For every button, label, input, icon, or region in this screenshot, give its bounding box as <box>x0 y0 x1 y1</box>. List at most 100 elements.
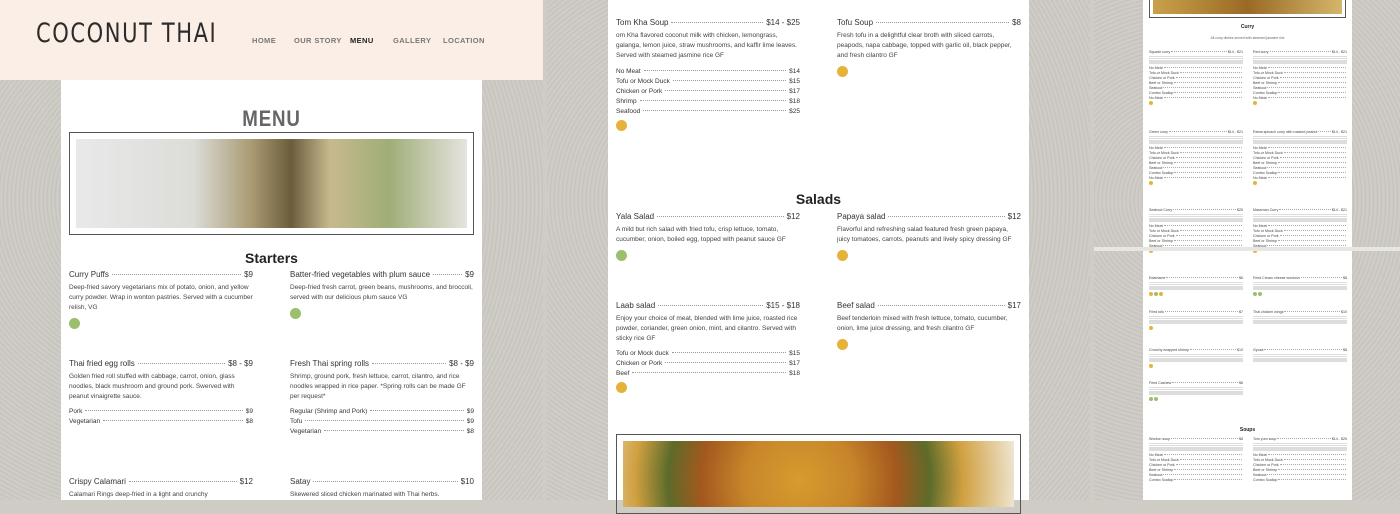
item-price: $14 - $25 <box>1331 437 1347 441</box>
leader-dots <box>1283 152 1346 153</box>
option-name: Combo Scallop <box>1149 171 1174 175</box>
option-name: No Meat <box>1253 146 1267 150</box>
item-description-placeholder <box>1253 55 1347 65</box>
leader-dots <box>324 430 464 431</box>
item-name: Wonton soup <box>1149 437 1171 441</box>
option-name: Chicken or Pork <box>1149 76 1175 80</box>
option-row: Tofu or Mock Duck <box>1253 71 1347 75</box>
option-row: No Meat <box>1149 66 1243 70</box>
spring-roll-photo <box>76 139 467 228</box>
nav-location[interactable]: LOCATION <box>443 36 485 45</box>
item-description: Deep-fried savory vegetarians mix of pot… <box>69 284 253 311</box>
item-name: Thai fried egg rolls <box>69 359 135 368</box>
option-row: No Meat <box>1253 66 1347 70</box>
option-name: Combo Scallop <box>1253 478 1278 482</box>
curry-photo <box>623 441 1014 507</box>
leader-dots <box>643 110 787 111</box>
leader-dots <box>137 363 226 364</box>
item-price: $6 <box>1239 276 1243 280</box>
leader-dots <box>1277 469 1346 470</box>
leader-dots <box>1163 97 1242 98</box>
gluten-free-icon <box>1253 181 1257 185</box>
option-row: Seafood <box>1253 86 1347 90</box>
option-price: $15 <box>789 78 800 85</box>
item-name: Crunchy wrapped shrimp <box>1149 348 1189 352</box>
leader-dots <box>1173 82 1242 83</box>
menu-item-tom-kha: Tom Kha Soup $14 - $25 om Kha flavored co… <box>616 18 800 133</box>
item-price: $14 - $21 <box>1227 130 1243 134</box>
section-subtitle: All curry dishes served with steamed jas… <box>1210 36 1285 40</box>
item-price: $17 <box>1007 301 1021 310</box>
item-price: $12 <box>786 212 800 221</box>
leader-dots <box>1166 277 1238 278</box>
nav-home[interactable]: HOME <box>252 36 276 45</box>
nav-our-story[interactable]: OUR STORY <box>294 36 342 45</box>
menu-screenshot-left: COCONUT THAI HOME OUR STORY MENU GALLERY… <box>0 0 543 500</box>
item-name: Fried tofu <box>1149 310 1165 314</box>
leader-dots <box>1277 82 1346 83</box>
option-name: Chicken or Pork <box>1149 234 1175 238</box>
vegan-icon <box>616 250 627 261</box>
gluten-free-icon <box>1159 292 1163 296</box>
leader-dots <box>111 274 242 275</box>
leader-dots <box>1283 230 1346 231</box>
site-logo[interactable]: COCONUT THAI <box>36 18 217 49</box>
nav-gallery[interactable]: GALLERY <box>393 36 431 45</box>
option-name: Beef <box>616 370 630 377</box>
leader-dots <box>1179 72 1242 73</box>
preview-menu-item: Fried Cream cheese wontons $8 <box>1253 276 1347 297</box>
option-row: Chicken or Pork $17 <box>616 88 800 95</box>
leader-dots <box>1283 72 1346 73</box>
option-name: Seafood <box>616 108 641 115</box>
vegan-icon <box>1253 292 1257 296</box>
option-name: Tofu or Mock Duck <box>1149 229 1179 233</box>
leader-dots <box>658 305 764 306</box>
item-description-placeholder <box>1253 213 1347 223</box>
nav-menu[interactable]: MENU <box>350 36 374 45</box>
option-row: Combo Scallop <box>1253 91 1347 95</box>
item-name: Satay <box>290 477 311 486</box>
leader-dots <box>1267 167 1346 168</box>
option-name: Chicken or Pork <box>1253 234 1279 238</box>
option-name: Tofu or Mock Duck <box>1253 458 1283 462</box>
menu-item-papaya-salad: Papaya salad $12 Flavorful and refreshing… <box>837 212 1021 263</box>
leader-dots <box>1173 162 1242 163</box>
item-description: Flavorful and refreshing salad featured … <box>837 226 1012 243</box>
leader-dots <box>1279 464 1346 465</box>
item-name: Tom yum soup <box>1253 437 1277 441</box>
option-name: Combo Scallop <box>1149 478 1174 482</box>
gluten-free-icon <box>616 120 627 131</box>
leader-dots <box>1165 311 1238 312</box>
item-description: Skewered sliced chicken marinated with T… <box>290 491 440 498</box>
leader-dots <box>1267 147 1346 148</box>
leader-dots <box>1267 97 1346 98</box>
option-row: Tofu or Mock Duck <box>1253 458 1347 462</box>
page-title: MENU <box>242 106 301 131</box>
leader-dots <box>370 410 464 411</box>
gluten-free-icon <box>1149 364 1153 368</box>
item-description: Fresh tofu in a delightful clear broth w… <box>837 32 1012 59</box>
item-price: $14 - $21 <box>1331 208 1347 212</box>
leader-dots <box>1189 349 1236 350</box>
vegan-icon <box>1154 292 1158 296</box>
item-name: Yala Salad <box>616 212 655 221</box>
option-row: Seafood <box>1149 473 1243 477</box>
leader-dots <box>1179 459 1242 460</box>
leader-dots <box>1269 51 1331 52</box>
item-price: $12 <box>239 477 253 486</box>
option-name: Shrimp <box>616 98 637 105</box>
option-row: Tofu or Mock Duck $15 <box>616 78 800 85</box>
leader-dots <box>876 22 1010 23</box>
leader-dots <box>1277 438 1331 439</box>
option-row: Shrimp $18 <box>616 98 800 105</box>
leader-dots <box>877 305 1005 306</box>
option-name: No Meat <box>1149 224 1163 228</box>
leader-dots <box>643 70 787 71</box>
item-name: Seafood Curry <box>1149 208 1173 212</box>
option-name: Seafood <box>1253 166 1267 170</box>
item-price: $8 <box>1343 276 1347 280</box>
gluten-free-icon <box>837 250 848 261</box>
item-description-placeholder <box>1149 281 1243 291</box>
option-row: Tofu or Mock Duck <box>1149 458 1243 462</box>
item-description: Golden fried roll stuffed with cabbage, … <box>69 373 235 400</box>
